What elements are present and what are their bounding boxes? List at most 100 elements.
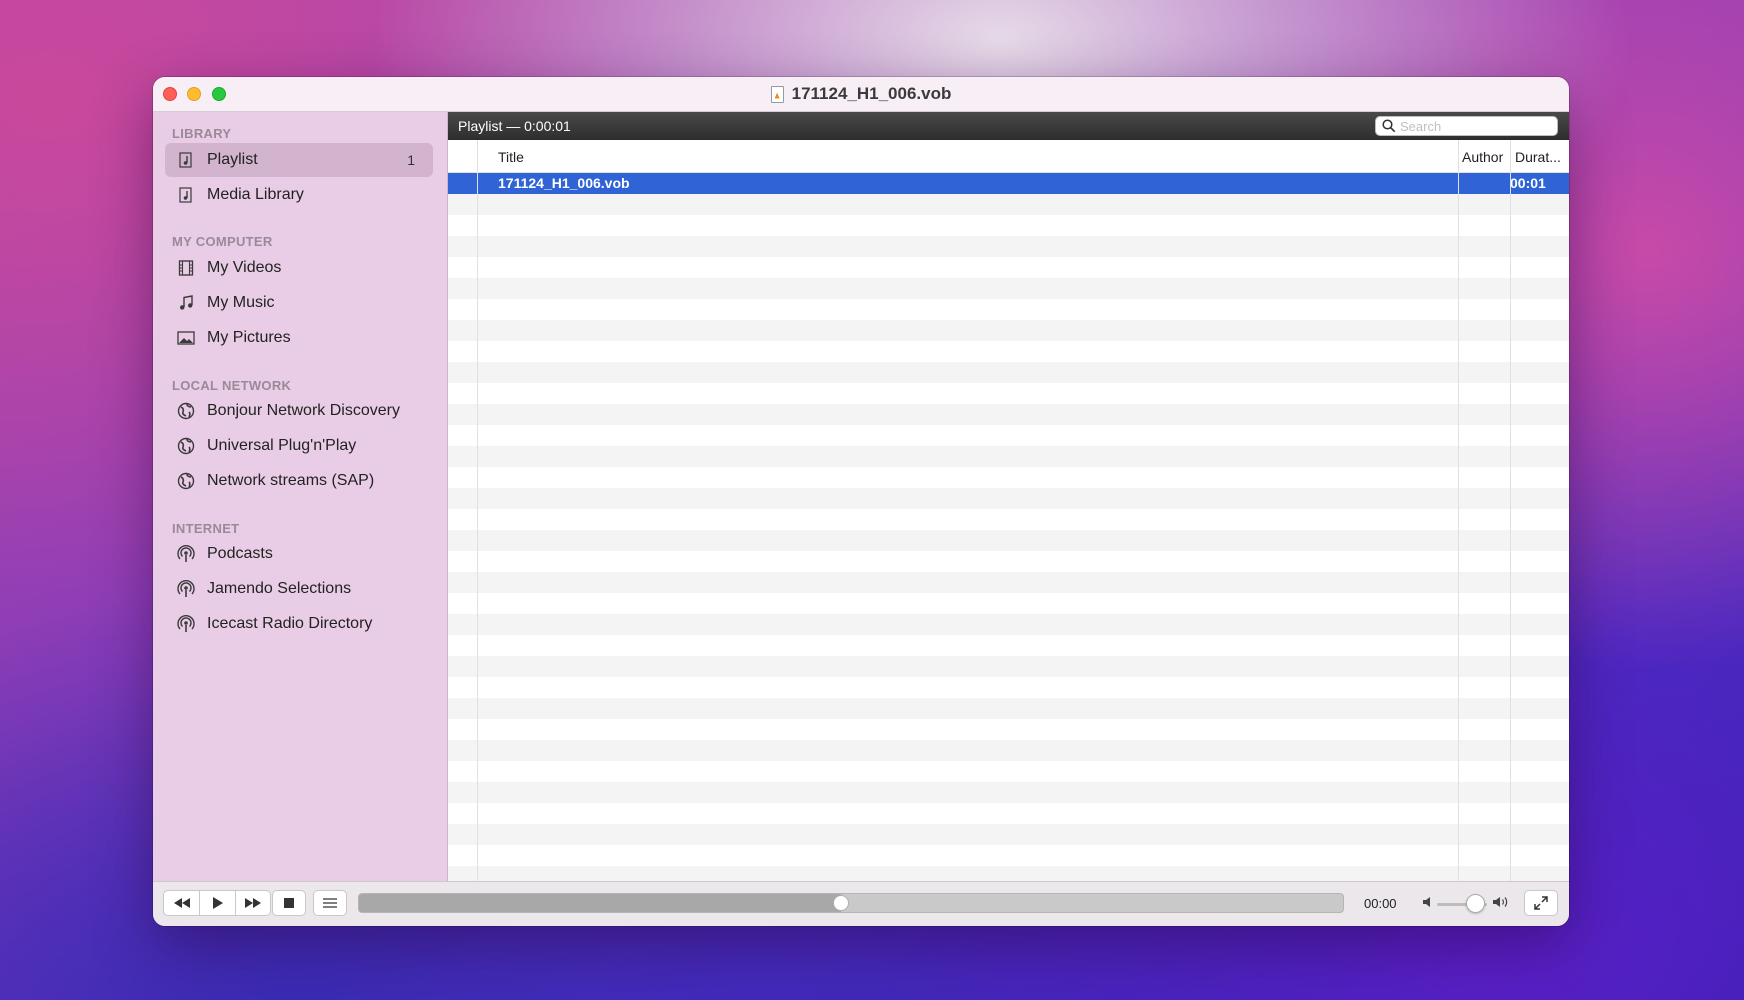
section-header-internet: INTERNET (172, 521, 240, 536)
sidebar-item-jamendo[interactable]: Jamendo Selections (165, 572, 433, 606)
sidebar: LIBRARY Playlist 1 Media Library MY COMP… (153, 112, 448, 882)
empty-row (448, 656, 1569, 677)
volume-knob[interactable] (1465, 894, 1485, 913)
empty-row (448, 551, 1569, 572)
network-globe-icon (177, 402, 195, 420)
empty-row (448, 824, 1569, 845)
playlist-pane: Playlist — 0:00:01 Title Author Durat...… (448, 112, 1569, 882)
podcast-icon (177, 580, 195, 598)
toggle-playlist-button[interactable] (313, 890, 347, 916)
progress-knob[interactable] (833, 895, 850, 911)
empty-row (448, 740, 1569, 761)
music-note-icon (177, 294, 195, 312)
sidebar-item-media-library[interactable]: Media Library (165, 178, 433, 212)
rewind-icon (173, 898, 190, 908)
vlc-window: 171124_H1_006.vob LIBRARY Playlist 1 Med… (153, 77, 1569, 926)
empty-row (448, 677, 1569, 698)
fullscreen-button[interactable] (1524, 890, 1558, 916)
column-header-duration[interactable]: Durat... (1515, 149, 1561, 165)
sidebar-item-podcasts[interactable]: Podcasts (165, 537, 433, 571)
sidebar-item-my-pictures[interactable]: My Pictures (165, 321, 433, 355)
empty-row (448, 467, 1569, 488)
network-globe-icon (177, 472, 195, 490)
fast-forward-button[interactable] (235, 890, 271, 916)
podcast-icon (177, 545, 195, 563)
empty-row (448, 509, 1569, 530)
sidebar-item-label: My Music (207, 294, 275, 311)
table-row[interactable]: 171124_H1_006.vob 00:01 (448, 173, 1569, 194)
sidebar-item-playlist[interactable]: Playlist 1 (165, 143, 433, 177)
empty-row (448, 488, 1569, 509)
empty-row (448, 194, 1569, 215)
empty-row (448, 782, 1569, 803)
sidebar-item-network-streams[interactable]: Network streams (SAP) (165, 464, 433, 498)
stop-icon (284, 898, 294, 908)
play-button[interactable] (199, 890, 235, 916)
empty-row (448, 803, 1569, 824)
sidebar-item-label: Media Library (207, 186, 304, 203)
playlist-header-bar: Playlist — 0:00:01 (448, 112, 1569, 140)
sidebar-item-label: Playlist (207, 151, 258, 168)
title-bar: 171124_H1_006.vob (153, 77, 1569, 112)
progress-fill (359, 894, 842, 912)
window-title-wrap: 171124_H1_006.vob (153, 77, 1569, 111)
sidebar-item-label: Universal Plug'n'Play (207, 437, 357, 454)
empty-row (448, 383, 1569, 404)
empty-row (448, 425, 1569, 446)
search-icon (1382, 119, 1396, 133)
empty-row (448, 257, 1569, 278)
empty-row (448, 635, 1569, 656)
column-header-title[interactable]: Title (498, 149, 524, 165)
sidebar-item-label: Jamendo Selections (207, 580, 352, 597)
playlist-header-title: Playlist — 0:00:01 (458, 118, 571, 134)
row-duration: 00:01 (1510, 175, 1546, 191)
empty-row (448, 404, 1569, 425)
column-divider (1458, 140, 1459, 882)
empty-row (448, 215, 1569, 236)
column-header-author[interactable]: Author (1462, 149, 1503, 165)
fast-forward-icon (245, 898, 261, 908)
section-header-my-computer: MY COMPUTER (172, 234, 273, 249)
playlist-icon (177, 151, 195, 169)
playlist-count-badge: 1 (407, 152, 415, 168)
podcast-icon (177, 615, 195, 633)
empty-row (448, 362, 1569, 383)
sidebar-item-bonjour[interactable]: Bonjour Network Discovery (165, 394, 433, 428)
sidebar-item-my-videos[interactable]: My Videos (165, 251, 433, 285)
sidebar-item-label: Podcasts (207, 545, 273, 562)
playlist-rows: 171124_H1_006.vob 00:01 (448, 173, 1569, 882)
sidebar-item-my-music[interactable]: My Music (165, 286, 433, 320)
rewind-button[interactable] (163, 890, 199, 916)
empty-row (448, 572, 1569, 593)
empty-row (448, 299, 1569, 320)
playback-progress-slider[interactable] (358, 893, 1344, 913)
empty-row (448, 866, 1569, 882)
playlist-icon (177, 186, 195, 204)
sidebar-item-label: My Videos (207, 259, 282, 276)
empty-row (448, 320, 1569, 341)
row-title: 171124_H1_006.vob (498, 175, 630, 191)
network-globe-icon (177, 437, 195, 455)
empty-row (448, 530, 1569, 551)
sidebar-item-upnp[interactable]: Universal Plug'n'Play (165, 429, 433, 463)
film-icon (177, 259, 195, 277)
volume-high-icon[interactable] (1493, 896, 1509, 908)
section-header-local-network: LOCAL NETWORK (172, 378, 292, 393)
sidebar-item-icecast[interactable]: Icecast Radio Directory (165, 607, 433, 641)
window-title: 171124_H1_006.vob (791, 84, 952, 103)
section-header-library: LIBRARY (172, 126, 232, 141)
search-input[interactable] (1400, 118, 1550, 134)
empty-row (448, 614, 1569, 635)
sidebar-item-label: Network streams (SAP) (207, 472, 375, 489)
empty-row (448, 845, 1569, 866)
empty-row (448, 236, 1569, 257)
sidebar-item-label: Bonjour Network Discovery (207, 402, 400, 419)
vlc-document-icon (770, 85, 784, 103)
empty-row (448, 341, 1569, 362)
search-field[interactable] (1375, 116, 1558, 136)
column-headers: Title Author Durat... (448, 140, 1569, 173)
stop-button[interactable] (272, 890, 306, 916)
picture-icon (177, 329, 195, 347)
volume-low-icon[interactable] (1423, 896, 1433, 908)
elapsed-time[interactable]: 00:00 (1364, 896, 1397, 911)
